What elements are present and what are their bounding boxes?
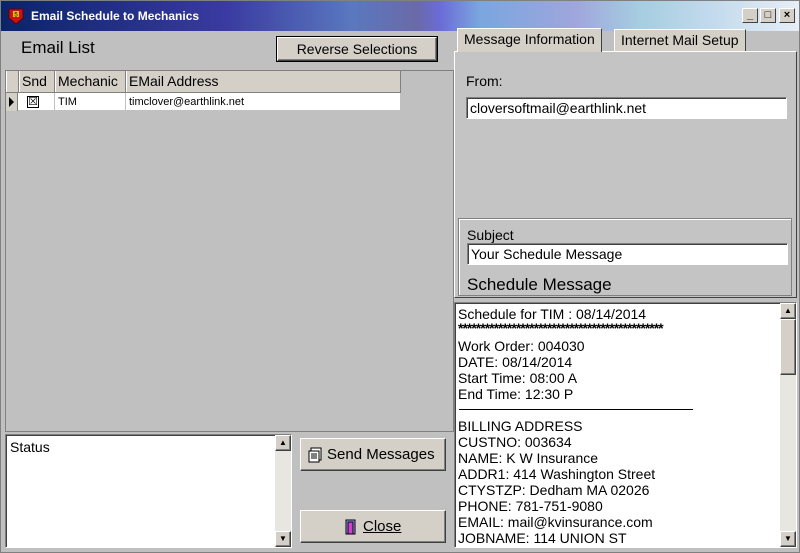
send-messages-label: Send Messages bbox=[327, 446, 435, 463]
message-line: CUSTNO: 003634 bbox=[458, 434, 572, 450]
title-bar[interactable]: 5 Email Schedule to Mechanics _ □ × bbox=[1, 1, 799, 31]
tab-internet-mail-setup[interactable]: Internet Mail Setup bbox=[614, 29, 746, 51]
col-header-email[interactable]: EMail Address bbox=[126, 71, 401, 92]
status-label: Status bbox=[10, 439, 50, 455]
status-box[interactable]: Status ▲ ▼ bbox=[5, 434, 292, 548]
snd-cell[interactable]: ☒ bbox=[19, 93, 55, 111]
message-scrollbar[interactable]: ▲ ▼ bbox=[780, 303, 796, 547]
minimize-button[interactable]: _ bbox=[742, 8, 758, 23]
message-separator bbox=[459, 409, 693, 410]
send-messages-button[interactable]: Send Messages bbox=[300, 438, 446, 471]
scroll-thumb[interactable] bbox=[780, 319, 796, 375]
scroll-down-icon[interactable]: ▼ bbox=[275, 531, 291, 547]
message-line: CTYSTZP: Dedham MA 02026 bbox=[458, 482, 650, 498]
scroll-up-icon[interactable]: ▲ bbox=[275, 435, 291, 451]
reverse-selections-button[interactable]: Reverse Selections bbox=[276, 36, 438, 62]
message-line: ****************************************… bbox=[458, 320, 664, 336]
mechanic-cell[interactable]: TIM bbox=[55, 93, 126, 111]
message-information-panel: From: cloversoftmail@earthlink.net Subje… bbox=[454, 51, 797, 298]
mechanics-grid[interactable]: Snd Mechanic EMail Address ☒ TIM timclov… bbox=[5, 70, 454, 432]
from-field[interactable]: cloversoftmail@earthlink.net bbox=[466, 97, 787, 119]
scroll-down-icon[interactable]: ▼ bbox=[780, 531, 796, 547]
app-icon: 5 bbox=[8, 8, 24, 25]
email-schedule-window: 5 Email Schedule to Mechanics _ □ × Emai… bbox=[0, 0, 800, 553]
email-list-label: Email List bbox=[21, 38, 95, 57]
subject-group: Subject Your Schedule Message Schedule M… bbox=[458, 218, 792, 296]
close-button[interactable]: Close bbox=[300, 510, 446, 543]
message-line: DATE: 08/14/2014 bbox=[458, 354, 573, 370]
message-line: Start Time: 08:00 A bbox=[458, 370, 578, 386]
close-label: Close bbox=[363, 518, 402, 535]
message-line: Work Order: 004030 bbox=[458, 338, 585, 354]
message-line: ADDR1: 414 Washington Street bbox=[458, 466, 656, 482]
send-mail-icon bbox=[308, 447, 322, 463]
schedule-message-body[interactable]: Schedule for TIM : 08/14/2014 **********… bbox=[454, 302, 797, 548]
email-cell[interactable]: timclover@earthlink.net bbox=[126, 93, 401, 111]
message-line: NAME: K W Insurance bbox=[458, 450, 599, 466]
tab-message-information[interactable]: Message Information bbox=[457, 28, 602, 52]
message-line: End Time: 12:30 P bbox=[458, 386, 574, 402]
message-line: JOBNAME: 114 UNION ST bbox=[458, 530, 627, 546]
message-line: BILLING ADDRESS bbox=[458, 418, 583, 434]
message-line: PHONE: 781-751-9080 bbox=[458, 498, 603, 514]
schedule-message-label: Schedule Message bbox=[467, 275, 612, 294]
window-title: Email Schedule to Mechanics bbox=[31, 9, 200, 23]
send-checkbox[interactable]: ☒ bbox=[27, 96, 39, 108]
col-header-snd[interactable]: Snd bbox=[19, 71, 55, 92]
maximize-button[interactable]: □ bbox=[760, 8, 776, 23]
from-label: From: bbox=[466, 73, 503, 89]
close-window-button[interactable]: × bbox=[779, 8, 795, 23]
door-icon bbox=[345, 519, 356, 535]
grid-header: Snd Mechanic EMail Address bbox=[6, 71, 401, 93]
row-pointer-icon bbox=[6, 93, 18, 111]
status-scrollbar[interactable]: ▲ ▼ bbox=[275, 435, 291, 547]
scroll-up-icon[interactable]: ▲ bbox=[780, 303, 796, 319]
table-row[interactable]: ☒ TIM timclover@earthlink.net bbox=[6, 93, 401, 111]
message-line: EMAIL: mail@kvinsurance.com bbox=[458, 514, 653, 530]
col-header-mechanic[interactable]: Mechanic bbox=[55, 71, 126, 92]
subject-label: Subject bbox=[467, 227, 514, 243]
grid-corner bbox=[6, 71, 19, 92]
subject-field[interactable]: Your Schedule Message bbox=[467, 243, 788, 265]
